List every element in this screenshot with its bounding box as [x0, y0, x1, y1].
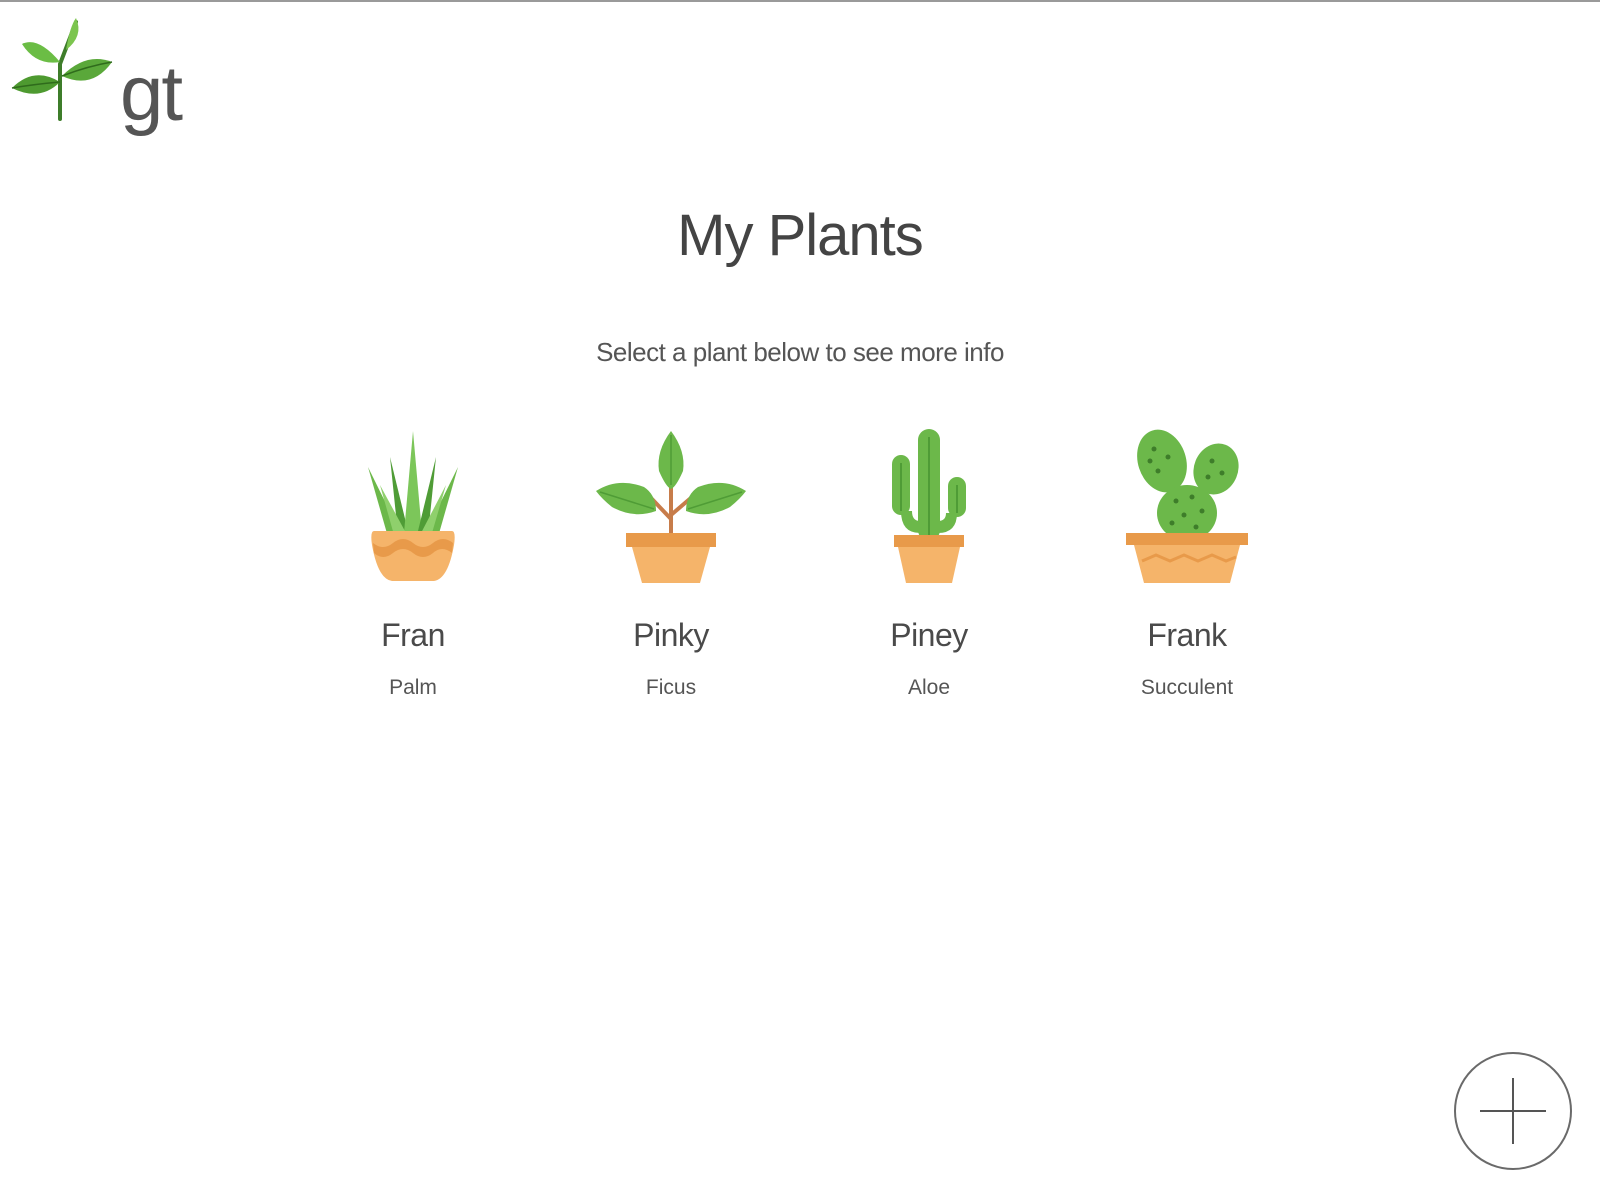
ficus-plant-icon [596, 431, 746, 583]
plant-type: Aloe [907, 676, 951, 699]
palm-plant-icon [368, 431, 458, 581]
plant-name: Pinky [633, 617, 709, 653]
app-screen: gt My Plants Select a plant below to see… [0, 0, 1600, 1200]
plant-type: Ficus [645, 676, 697, 699]
plant-type: Palm [389, 676, 437, 699]
cactus-plant-icon [1126, 429, 1248, 583]
aloe-plant-icon [892, 429, 966, 583]
app-logo[interactable]: gt [8, 14, 198, 144]
plant-list: Fran Palm Pinky Ficus Piney Aloe Frank S… [284, 427, 1316, 727]
logo-text: gt [120, 49, 183, 137]
plant-name: Fran [381, 617, 445, 653]
plus-icon [1480, 1078, 1546, 1144]
page-title: My Plants [677, 203, 924, 268]
plant-name: Frank [1147, 617, 1227, 653]
sprout-leaf-icon [11, 18, 113, 121]
plant-type: Succulent [1140, 676, 1234, 699]
plant-card-pinky[interactable]: Pinky Ficus [542, 427, 800, 727]
plant-card-fran[interactable]: Fran Palm [284, 427, 542, 727]
plant-card-piney[interactable]: Piney Aloe [800, 427, 1058, 727]
page-subtitle: Select a plant below to see more info [596, 337, 1004, 367]
add-plant-button[interactable] [1454, 1052, 1572, 1170]
plant-name: Piney [890, 617, 968, 653]
plant-card-frank[interactable]: Frank Succulent [1058, 427, 1316, 727]
